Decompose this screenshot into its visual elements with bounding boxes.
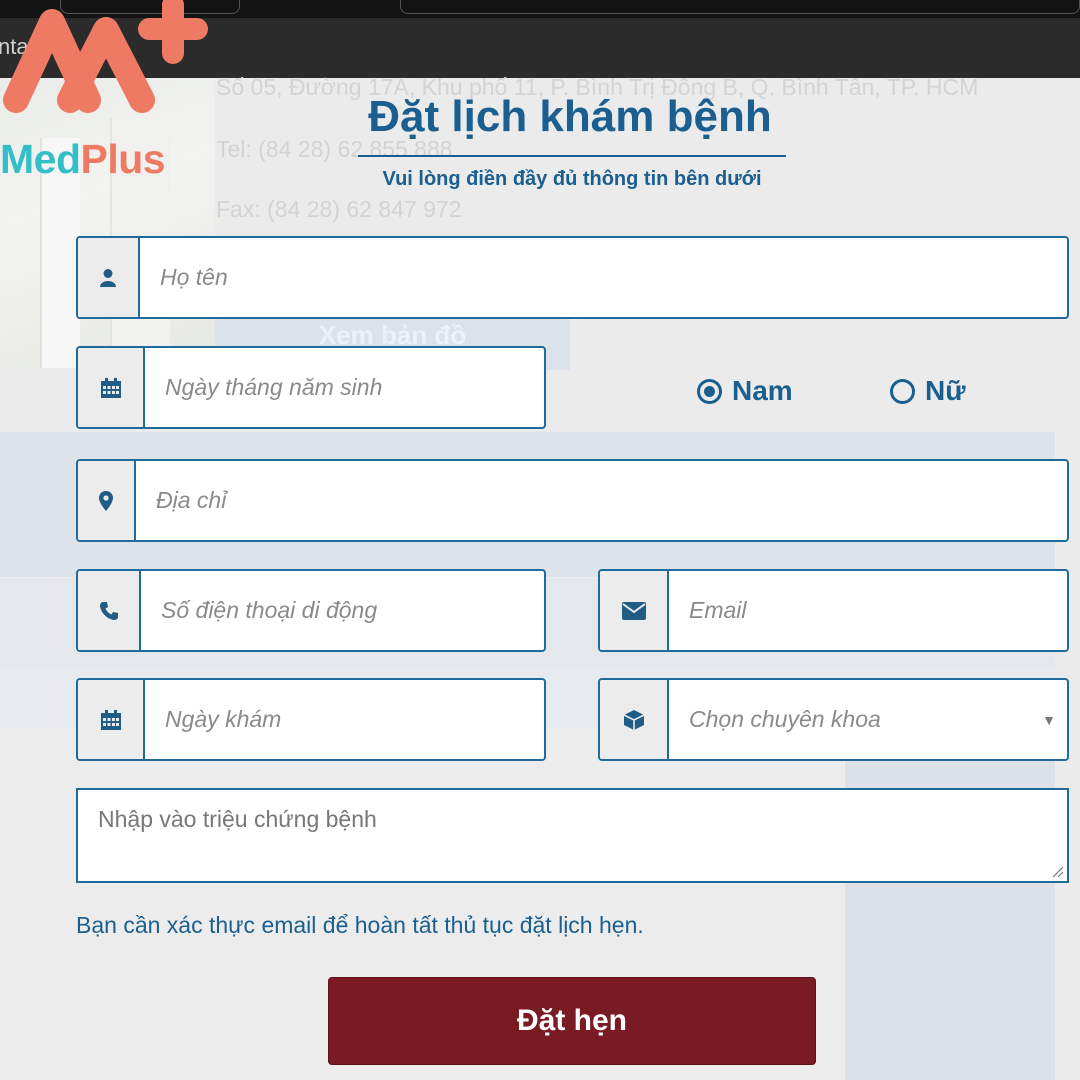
address-field[interactable]: Địa chỉ	[76, 459, 1069, 542]
gender-female-radio[interactable]: Nữ	[890, 375, 966, 407]
name-placeholder: Họ tên	[160, 264, 228, 290]
title-underline	[358, 155, 786, 157]
radio-selected-icon	[697, 378, 722, 404]
gender-female-label: Nữ	[925, 375, 966, 406]
symptoms-textarea[interactable]: Nhập vào triệu chứng bệnh	[76, 788, 1069, 883]
visit-date-field[interactable]: Ngày khám	[76, 678, 546, 761]
email-verification-note: Bạn cần xác thực email để hoàn tất thủ t…	[76, 912, 644, 938]
dob-placeholder: Ngày tháng năm sinh	[165, 374, 383, 400]
gender-male-label: Nam	[732, 375, 793, 406]
visit-date-placeholder: Ngày khám	[165, 706, 282, 732]
calendar-icon	[78, 680, 145, 759]
phone-icon	[78, 571, 141, 650]
tab-shape	[400, 0, 1080, 14]
gender-male-radio[interactable]: Nam	[697, 375, 793, 407]
submit-button[interactable]: Đặt hẹn	[328, 977, 816, 1065]
symptoms-placeholder: Nhập vào triệu chứng bệnh	[98, 806, 377, 832]
dob-field[interactable]: Ngày tháng năm sinh	[76, 346, 546, 429]
specialty-placeholder: Chọn chuyên khoa	[689, 706, 881, 732]
email-placeholder: Email	[689, 597, 747, 623]
cube-icon	[600, 680, 669, 759]
form-title: Đặt lịch khám bệnh	[368, 92, 772, 141]
map-marker-icon	[78, 461, 136, 540]
calendar-icon	[78, 348, 145, 427]
email-field[interactable]: Email	[598, 569, 1069, 652]
background-panel	[845, 728, 1055, 1080]
specialty-select[interactable]: Chọn chuyên khoa ▼	[598, 678, 1069, 761]
envelope-icon	[600, 571, 669, 650]
phone-field[interactable]: Số điện thoại di động	[76, 569, 546, 652]
form-subtitle: Vui lòng điền đầy đủ thông tin bên dưới	[382, 168, 762, 190]
resize-handle-icon[interactable]	[1050, 864, 1064, 878]
caret-down-icon: ▼	[1042, 711, 1056, 728]
name-field[interactable]: Họ tên	[76, 236, 1069, 319]
user-icon	[78, 238, 140, 317]
background-fax: Fax: (84 28) 62 847 972	[216, 196, 462, 222]
radio-empty-icon	[890, 378, 915, 404]
address-placeholder: Địa chỉ	[156, 487, 227, 513]
phone-placeholder: Số điện thoại di động	[161, 597, 378, 623]
